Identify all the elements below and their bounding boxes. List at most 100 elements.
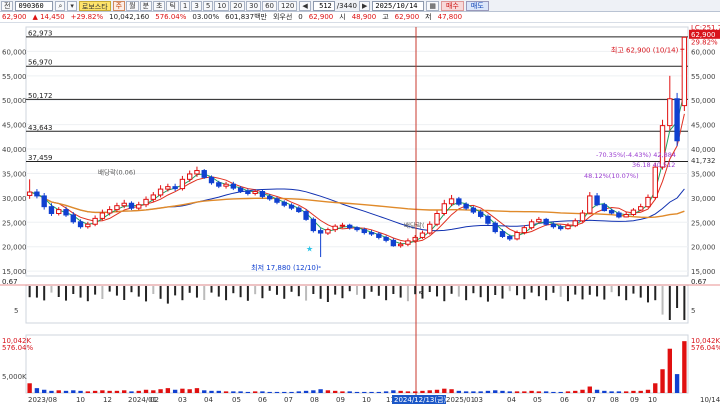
quote-high: 62,900 <box>394 13 420 21</box>
candle-body <box>499 231 506 237</box>
candle-body <box>303 211 309 220</box>
y-tick-label-left: 50,000 <box>2 97 27 105</box>
indicator-bar <box>35 286 38 298</box>
calendar-icon[interactable]: ▦ <box>426 0 439 11</box>
count-input[interactable] <box>312 0 335 11</box>
indicator-bar <box>188 286 191 293</box>
y-tick-label-right: 55,000 <box>691 73 716 81</box>
quote-change-pct: +29.82% <box>70 13 104 21</box>
stock-code-input[interactable] <box>15 0 54 11</box>
volume-bar <box>471 391 476 393</box>
candle-body <box>652 166 658 198</box>
search-icon[interactable]: ⌕ <box>55 0 66 11</box>
candle-body <box>405 240 411 245</box>
indicator-bar <box>574 286 577 295</box>
period-button-20[interactable]: 20 <box>230 0 246 11</box>
reference-line-label: 62,973 <box>28 29 53 37</box>
x-tick-label: 05 <box>533 396 542 404</box>
volume-bar <box>463 391 469 393</box>
volume-bar <box>420 390 425 393</box>
period-button-1[interactable]: 1 <box>179 0 191 11</box>
candle-body <box>288 204 295 209</box>
indicator-bar <box>508 286 511 292</box>
quote-amount: 601,837백만 <box>225 13 267 21</box>
indicator-bar <box>65 286 68 301</box>
indicator-label-right: 0.67 <box>691 278 707 286</box>
volume-bar <box>216 390 221 393</box>
buy-button[interactable]: 매수 <box>440 0 464 11</box>
candle-body <box>674 98 680 142</box>
stock-name-label[interactable]: 로보스타 <box>78 0 111 11</box>
candle-body <box>41 195 47 208</box>
candle-body <box>448 198 455 205</box>
period-button-5[interactable]: 5 <box>202 0 214 11</box>
indicator-bar <box>596 286 599 297</box>
period-button-120[interactable]: 120 <box>278 0 298 11</box>
candle-body <box>376 233 382 238</box>
period-button-초[interactable]: 초 <box>153 0 166 11</box>
y-tick-label-right: 25,000 <box>691 219 716 227</box>
period-button-30[interactable]: 30 <box>246 0 262 11</box>
candle-body <box>157 188 164 196</box>
candle-body <box>608 210 615 214</box>
y-tick-label-right: 40,000 <box>691 146 716 154</box>
candle-body <box>339 224 346 227</box>
volume-bar <box>340 391 345 393</box>
volume-bar <box>587 386 592 393</box>
indicator-bar <box>406 286 409 302</box>
volume-bar <box>289 391 294 393</box>
period-button-10[interactable]: 10 <box>214 0 230 11</box>
volume-bar <box>194 388 200 393</box>
period-button-월[interactable]: 월 <box>126 0 139 11</box>
x-tick-label: 2023/08 <box>28 396 57 404</box>
indicator-bar <box>537 286 540 297</box>
quote-volume: 10,042,160 <box>109 13 150 21</box>
candle-body <box>34 191 40 197</box>
x-tick-label: 10 <box>648 396 657 404</box>
candle-body <box>85 223 91 228</box>
period-button-60[interactable]: 60 <box>262 0 278 11</box>
count-right-icon[interactable]: ▶ <box>358 0 371 11</box>
y-tick-label-right: 20,000 <box>691 244 716 252</box>
indicator-bar <box>86 286 89 302</box>
candle-body <box>572 220 578 227</box>
quote-volume-pct: 576.04% <box>155 13 187 21</box>
chevron-down-icon[interactable]: ▾ <box>67 0 77 11</box>
indicator-bar <box>414 286 417 295</box>
count-left-icon[interactable]: ◀ <box>299 0 311 11</box>
period-button-3[interactable]: 3 <box>191 0 202 11</box>
indicator-bar <box>465 286 468 301</box>
candle-body <box>681 36 688 107</box>
indicator-bar <box>115 286 118 296</box>
indicator-bar <box>210 286 213 293</box>
period-button-주[interactable]: 주 <box>112 0 126 11</box>
indicator-bar <box>181 286 184 301</box>
range-annotation: 36.18 40,512 <box>632 161 675 169</box>
y-tick-label-right: 50,000 <box>691 97 716 105</box>
x-tick-label: 05 <box>232 396 241 404</box>
volume-bar <box>165 388 171 393</box>
sell-button[interactable]: 매도 <box>465 0 489 11</box>
candle-body <box>208 176 215 184</box>
candle-body <box>638 206 644 211</box>
volume-bar <box>362 391 367 393</box>
date-input[interactable] <box>372 0 425 11</box>
volume-bar <box>434 389 440 393</box>
stock-chart[interactable]: 60,000 60,000 55,000 55,000 50,000 50,000 45,0… <box>0 23 720 404</box>
candle-body <box>179 178 186 190</box>
indicator-bar <box>530 286 533 293</box>
period-button-분[interactable]: 분 <box>139 0 153 11</box>
menu-button[interactable]: 전 <box>1 0 14 11</box>
indicator-bar <box>385 286 388 301</box>
indicator-bar <box>101 286 104 299</box>
candle-body <box>106 209 113 214</box>
period-button-틱[interactable]: 틱 <box>166 0 179 11</box>
y-tick-label-left: 60,000 <box>2 48 27 56</box>
candle-body <box>507 235 513 240</box>
volume-bar <box>42 389 47 393</box>
indicator-bar <box>130 286 133 293</box>
volume-bar <box>413 391 418 393</box>
indicator-bar <box>617 286 620 297</box>
volume-bar <box>56 390 61 393</box>
volume-bar <box>34 388 40 393</box>
